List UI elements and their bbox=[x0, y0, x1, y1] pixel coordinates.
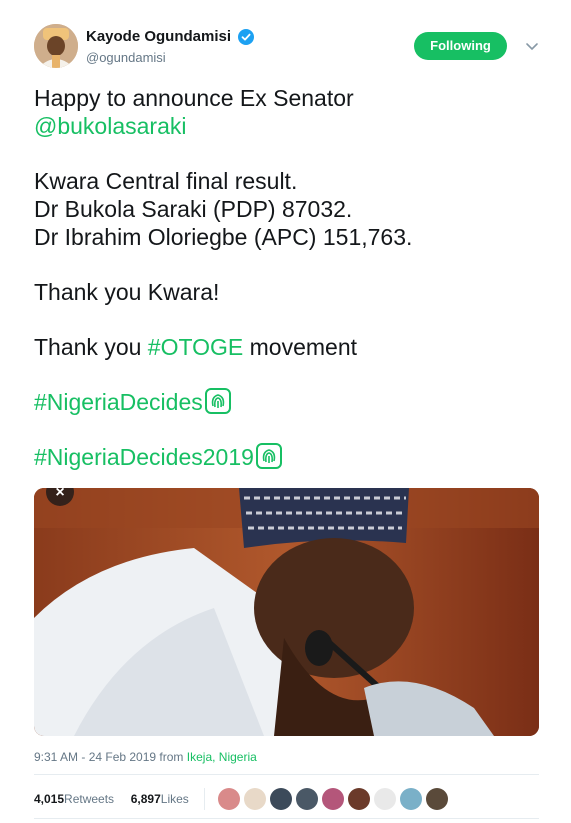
liker-avatar[interactable] bbox=[270, 788, 293, 810]
liker-avatar[interactable] bbox=[218, 788, 241, 810]
liker-avatar[interactable] bbox=[374, 788, 397, 810]
hashtag-nigeriadecides-link[interactable]: #NigeriaDecides bbox=[34, 389, 203, 415]
announce-text: Happy to announce Ex Senator bbox=[34, 85, 354, 111]
divider bbox=[34, 818, 539, 819]
timestamp[interactable]: 9:31 AM - 24 Feb 2019 bbox=[34, 750, 156, 764]
tweet-header: Kayode Ogundamisi @ogundamisi Following bbox=[34, 24, 544, 72]
author-info[interactable]: Kayode Ogundamisi @ogundamisi bbox=[86, 28, 255, 65]
hashtag-line-1: #NigeriaDecides bbox=[34, 388, 534, 416]
liker-avatar[interactable] bbox=[400, 788, 423, 810]
thanks-line-1: Thank you Kwara! bbox=[34, 279, 220, 305]
result-line-2: Dr Ibrahim Oloriegbe (APC) 151,763. bbox=[34, 224, 413, 250]
mention-link[interactable]: @bukolasaraki bbox=[34, 113, 186, 139]
thanks-prefix: Thank you bbox=[34, 334, 148, 360]
thanks-line-2: Thank you #OTOGE movement bbox=[34, 333, 534, 361]
chevron-down-icon[interactable] bbox=[524, 38, 540, 54]
likers-avatars bbox=[218, 788, 452, 810]
retweets-stat[interactable]: 4,015 Retweets bbox=[34, 792, 115, 807]
hashtag-otoge-link[interactable]: #OTOGE bbox=[148, 334, 243, 360]
fingerprint-icon bbox=[204, 388, 231, 414]
retweets-label: Retweets bbox=[64, 792, 115, 807]
liker-avatar[interactable] bbox=[244, 788, 267, 810]
hashtag-line-2: #NigeriaDecides2019 bbox=[34, 443, 534, 471]
result-line-1: Dr Bukola Saraki (PDP) 87032. bbox=[34, 196, 353, 222]
from-label: from bbox=[156, 750, 187, 764]
tweet-text: Happy to announce Ex Senator @bukolasara… bbox=[34, 84, 534, 471]
following-button[interactable]: Following bbox=[414, 32, 507, 60]
likes-stat[interactable]: 6,897 Likes bbox=[130, 792, 189, 807]
tweet-line-announce: Happy to announce Ex Senator bbox=[34, 84, 534, 112]
tweet-stats: 4,015 Retweets 6,897 Likes bbox=[34, 788, 452, 810]
liker-avatar[interactable] bbox=[322, 788, 345, 810]
location-link[interactable]: Ikeja, Nigeria bbox=[187, 750, 257, 764]
verified-badge-icon bbox=[238, 28, 255, 45]
tweet-photo[interactable]: × bbox=[34, 488, 539, 736]
result-heading: Kwara Central final result. bbox=[34, 168, 298, 194]
author-avatar[interactable] bbox=[34, 24, 78, 68]
author-display-name[interactable]: Kayode Ogundamisi bbox=[86, 28, 231, 45]
divider bbox=[34, 774, 539, 775]
liker-avatar[interactable] bbox=[426, 788, 449, 810]
liker-avatar[interactable] bbox=[348, 788, 371, 810]
thanks-suffix: movement bbox=[243, 334, 357, 360]
fingerprint-icon bbox=[255, 443, 282, 469]
liker-avatar[interactable] bbox=[296, 788, 319, 810]
retweets-count: 4,015 bbox=[34, 792, 65, 807]
likes-count: 6,897 bbox=[130, 792, 161, 807]
stats-divider bbox=[204, 788, 206, 810]
likes-label: Likes bbox=[160, 792, 189, 807]
hashtag-nigeriadecides2019-link[interactable]: #NigeriaDecides2019 bbox=[34, 444, 254, 470]
tweet-meta: 9:31 AM - 24 Feb 2019 from Ikeja, Nigeri… bbox=[34, 750, 257, 764]
author-handle[interactable]: @ogundamisi bbox=[86, 50, 254, 65]
